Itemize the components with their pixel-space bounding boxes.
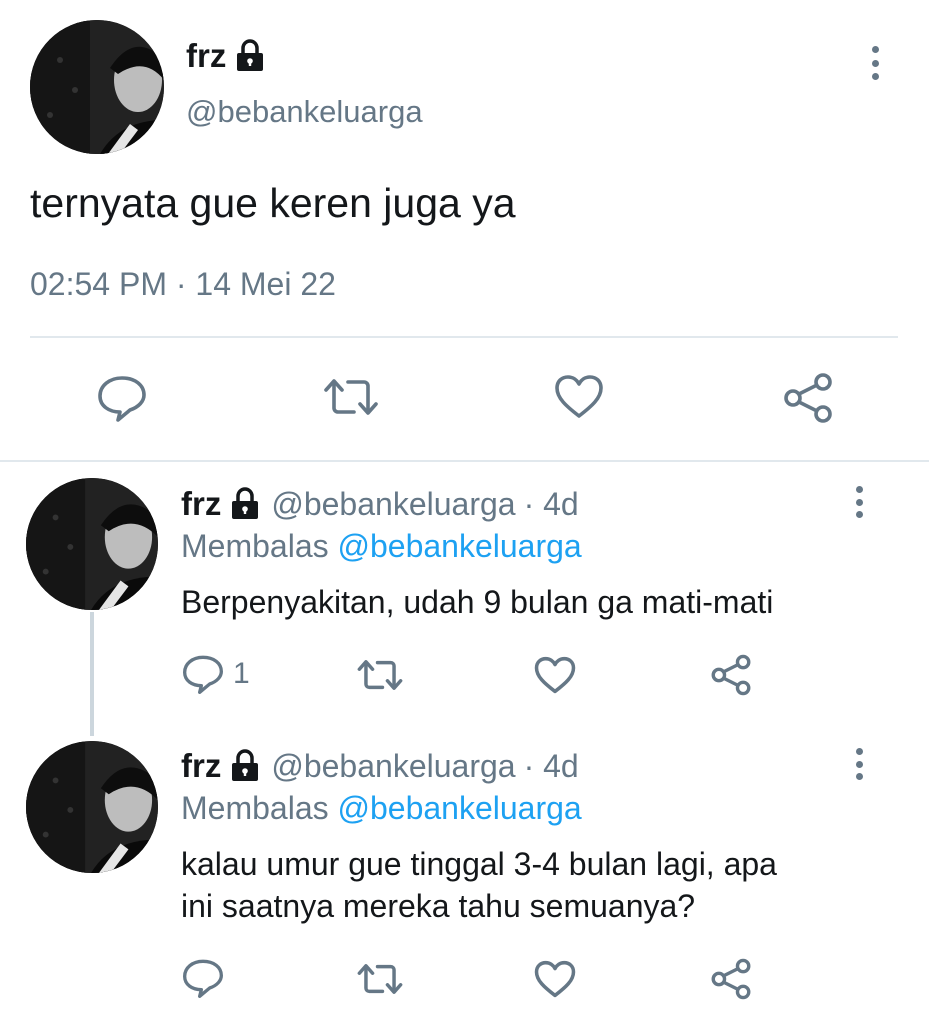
reply-icon[interactable]: [96, 374, 148, 422]
thread-line: [90, 612, 94, 736]
replying-to-link[interactable]: @bebankeluarga: [338, 790, 582, 826]
divider: [0, 460, 929, 462]
avatar[interactable]: [30, 20, 164, 154]
more-vertical-icon[interactable]: [854, 748, 864, 780]
retweet-icon[interactable]: [356, 656, 404, 694]
tweet-text-line: kalau umur gue tinggal 3-4 bulan lagi, a…: [181, 846, 777, 882]
lock-icon: [229, 748, 261, 784]
reply-action[interactable]: 1: [181, 654, 250, 694]
more-vertical-icon[interactable]: [854, 486, 864, 518]
heart-icon[interactable]: [554, 374, 604, 420]
user-handle[interactable]: @bebankeluarga: [271, 486, 515, 523]
tweet-text: ternyata gue keren juga ya: [30, 180, 516, 226]
lock-icon: [229, 486, 261, 522]
tweet-text-line: ini saatnya mereka tahu semuanya?: [181, 888, 696, 924]
reply-icon[interactable]: [181, 654, 225, 694]
heart-icon[interactable]: [534, 656, 576, 695]
reply-icon[interactable]: [181, 958, 225, 998]
tweet-time[interactable]: · 4d: [524, 486, 579, 523]
lock-icon: [234, 38, 266, 74]
replying-to-label: Membalas: [181, 528, 329, 564]
avatar[interactable]: [26, 478, 158, 610]
retweet-icon[interactable]: [356, 960, 404, 998]
tweet-timestamp[interactable]: 02:54 PM · 14 Mei 22: [30, 266, 336, 303]
share-icon[interactable]: [710, 958, 752, 1000]
retweet-icon[interactable]: [322, 374, 380, 420]
replying-to-link[interactable]: @bebankeluarga: [338, 528, 582, 564]
avatar[interactable]: [26, 741, 158, 873]
more-vertical-icon[interactable]: [870, 46, 880, 80]
user-handle[interactable]: @bebankeluarga: [271, 748, 515, 785]
display-name[interactable]: frz: [186, 37, 226, 75]
tweet-text: Berpenyakitan, udah 9 bulan ga mati-mati: [181, 584, 774, 620]
share-icon[interactable]: [782, 372, 834, 424]
share-icon[interactable]: [710, 654, 752, 696]
reply-count: 1: [233, 657, 250, 690]
heart-icon[interactable]: [534, 960, 576, 999]
divider: [30, 336, 898, 338]
user-handle[interactable]: @bebankeluarga: [186, 94, 423, 130]
display-name[interactable]: frz: [181, 747, 221, 785]
display-name[interactable]: frz: [181, 485, 221, 523]
tweet-time[interactable]: · 4d: [524, 748, 579, 785]
replying-to-label: Membalas: [181, 790, 329, 826]
